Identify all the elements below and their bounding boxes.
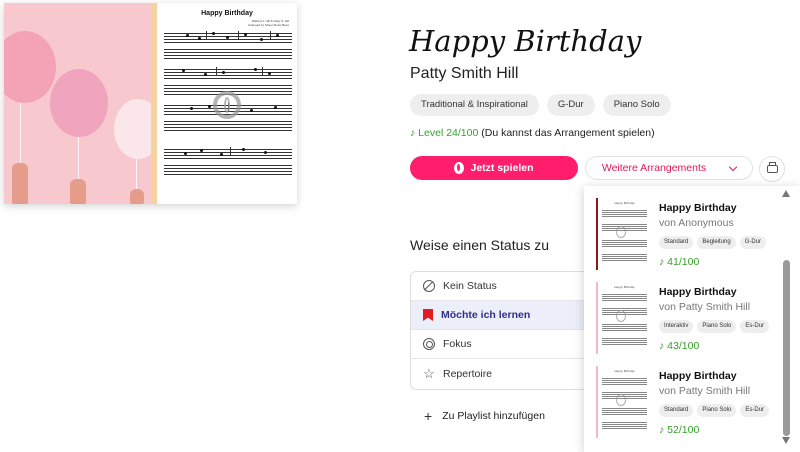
chevron-down-icon <box>728 162 738 171</box>
sheet-music-cover[interactable]: Happy Birthday Mildred J. Hill & Patty S… <box>4 3 297 204</box>
more-arrangements-dropdown[interactable]: Weitere Arrangements <box>585 156 753 180</box>
scroll-thumb[interactable] <box>783 260 790 436</box>
arrangement-author: von Patty Smith Hill <box>659 301 751 313</box>
level-note: (Du kannst das Arrangement spielen) <box>481 127 655 139</box>
song-tags: Traditional & Inspirational G-Dur Piano … <box>410 94 671 116</box>
score-staff <box>164 121 292 133</box>
balloon-illustration <box>4 3 151 204</box>
status-option-repertoire[interactable]: ☆ Repertoire <box>411 359 609 388</box>
arrangement-tag: G-Dur <box>739 236 767 249</box>
plus-icon: + <box>424 408 433 424</box>
level-indicator: ♪ Level 24/100 (Du kannst das Arrangemen… <box>410 127 655 139</box>
status-option-label: Fokus <box>443 338 472 350</box>
status-option-focus[interactable]: Fokus <box>411 330 609 359</box>
status-heading: Weise einen Status zu <box>410 237 550 253</box>
score-staff <box>164 67 292 81</box>
score-title: Happy Birthday <box>201 10 253 17</box>
focus-icon <box>423 338 435 350</box>
logo-watermark-icon <box>616 226 626 238</box>
status-option-want-to-learn[interactable]: Möchte ich lernen <box>411 301 609 330</box>
arrangement-title: Happy Birthday <box>659 286 737 298</box>
score-staff <box>164 31 292 45</box>
balloon <box>114 99 151 159</box>
arrangement-thumbnail: Happy Birthday <box>596 366 651 438</box>
printer-icon <box>766 162 778 173</box>
arrangement-item[interactable]: Happy Birthday Happy Birthday von Patty … <box>596 282 786 364</box>
arrangement-tag: Standard <box>659 404 694 417</box>
music-note-icon: ♪ <box>659 256 665 268</box>
star-icon: ☆ <box>423 365 435 381</box>
no-status-icon <box>423 280 435 292</box>
logo-watermark-icon <box>616 394 626 406</box>
tag-genre[interactable]: Traditional & Inspirational <box>410 94 539 116</box>
play-now-button[interactable]: Jetzt spielen <box>410 156 578 180</box>
tag-instrument[interactable]: Piano Solo <box>602 94 671 116</box>
music-note-icon: ♪ <box>410 127 416 139</box>
scroll-up-icon[interactable] <box>782 190 790 197</box>
status-option-label: Kein Status <box>443 280 497 292</box>
score-credit-line: Arranged by Sheet Music Boss <box>247 23 289 27</box>
level-value: Level 24/100 <box>418 127 479 139</box>
score-staff <box>164 49 292 61</box>
play-now-label: Jetzt spielen <box>470 162 534 174</box>
score-page: Happy Birthday Mildred J. Hill & Patty S… <box>157 3 297 204</box>
app-logo-icon <box>454 162 465 174</box>
arrangement-item[interactable]: Happy Birthday Happy Birthday von Anonym… <box>596 198 786 280</box>
hand <box>70 179 86 204</box>
arrangement-author: von Patty Smith Hill <box>659 385 751 397</box>
song-title: Happy Birthday <box>409 24 642 58</box>
arrangement-title: Happy Birthday <box>659 370 737 382</box>
arrangement-author: von Anonymous <box>659 217 734 229</box>
hand <box>12 163 28 204</box>
arrangement-level: ♪ 52/100 <box>659 424 700 436</box>
arrangement-tag: Piano Solo <box>697 404 737 417</box>
more-arrangements-label: Weitere Arrangements <box>601 162 707 174</box>
score-staff <box>164 165 292 177</box>
score-credit: Mildred J. Hill & Patty S. Hill Arranged… <box>248 19 289 27</box>
music-note-icon: ♪ <box>659 340 665 352</box>
add-to-playlist-label: Zu Playlist hinzufügen <box>442 410 545 422</box>
hand <box>130 189 144 204</box>
add-to-playlist-button[interactable]: + Zu Playlist hinzufügen <box>424 408 545 424</box>
arrangement-tag: Piano Solo <box>697 320 737 333</box>
balloon <box>50 69 108 137</box>
composer-name[interactable]: Patty Smith Hill <box>410 65 518 83</box>
arrangement-title: Happy Birthday <box>659 202 737 214</box>
balloon-string <box>78 137 79 182</box>
bookmark-icon <box>423 309 433 321</box>
arrangement-level: ♪ 43/100 <box>659 340 700 352</box>
arrangement-level: ♪ 41/100 <box>659 256 700 268</box>
balloon-string <box>20 103 21 163</box>
music-note-icon: ♪ <box>659 424 665 436</box>
arrangements-dropdown-panel: Happy Birthday Happy Birthday von Anonym… <box>584 186 800 452</box>
print-button[interactable] <box>759 156 785 182</box>
tag-key[interactable]: G-Dur <box>546 94 595 116</box>
arrangement-tag: Standard <box>659 236 694 249</box>
status-option-label: Möchte ich lernen <box>441 309 531 321</box>
logo-watermark-icon <box>616 310 626 322</box>
status-option-label: Repertoire <box>443 367 493 380</box>
status-list: Kein Status Möchte ich lernen Fokus ☆ Re… <box>410 271 610 390</box>
arrangement-tag: Es-Dur <box>740 320 770 333</box>
arrangement-thumbnail: Happy Birthday <box>596 198 651 270</box>
arrangement-tag: Interaktiv <box>659 320 694 333</box>
logo-watermark-icon <box>213 91 241 119</box>
score-staff <box>164 147 292 161</box>
status-option-none[interactable]: Kein Status <box>411 272 609 301</box>
balloon-string <box>136 159 137 189</box>
balloon <box>4 31 56 103</box>
scroll-down-icon[interactable] <box>782 437 790 444</box>
arrangement-tag: Begleitung <box>697 236 736 249</box>
arrangement-tag: Es-Dur <box>740 404 770 417</box>
arrangement-thumbnail: Happy Birthday <box>596 282 651 354</box>
dropdown-scrollbar[interactable] <box>782 190 791 450</box>
arrangement-item[interactable]: Happy Birthday Happy Birthday von Patty … <box>596 366 786 448</box>
